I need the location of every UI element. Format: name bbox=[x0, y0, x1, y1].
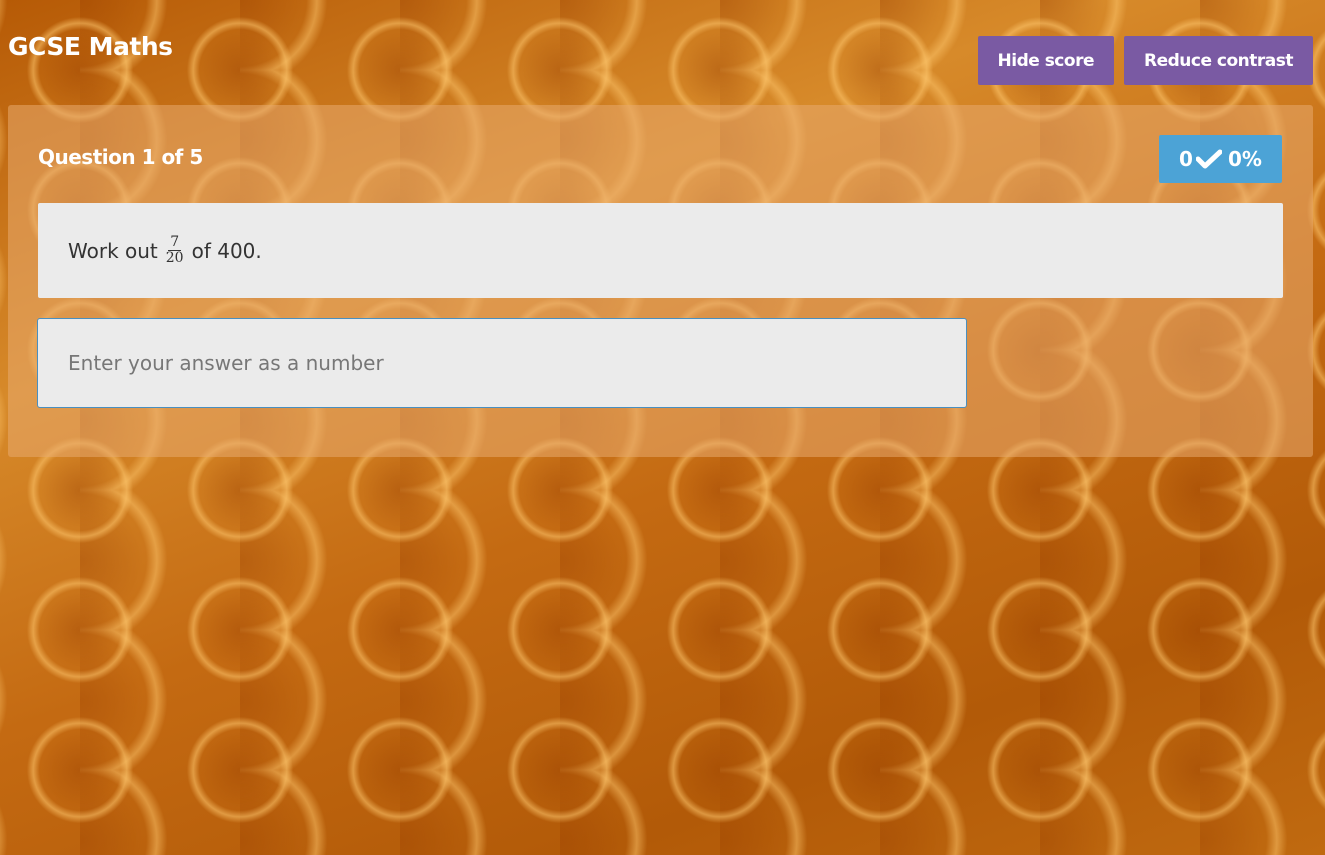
question-panel: Question 1 of 5 0 0% Work out 7 20 of 40… bbox=[8, 105, 1313, 457]
header-actions: Hide score Reduce contrast bbox=[977, 36, 1313, 85]
score-correct-count: 0 bbox=[1179, 147, 1193, 171]
hide-score-button[interactable]: Hide score bbox=[977, 36, 1114, 85]
fraction-denominator: 20 bbox=[165, 250, 184, 266]
question-suffix: of 400. bbox=[191, 238, 262, 263]
score-badge: 0 0% bbox=[1159, 135, 1282, 183]
fraction: 7 20 bbox=[166, 235, 184, 266]
question-prefix: Work out bbox=[68, 238, 158, 263]
question-counter: Question 1 of 5 bbox=[38, 145, 203, 169]
question-box: Work out 7 20 of 400. bbox=[38, 203, 1283, 298]
reduce-contrast-button[interactable]: Reduce contrast bbox=[1123, 36, 1313, 85]
answer-input[interactable] bbox=[37, 318, 967, 408]
fraction-numerator: 7 bbox=[168, 234, 182, 251]
app-title: GCSE Maths bbox=[8, 32, 173, 61]
check-icon bbox=[1195, 149, 1222, 169]
score-percent: 0% bbox=[1227, 147, 1262, 171]
